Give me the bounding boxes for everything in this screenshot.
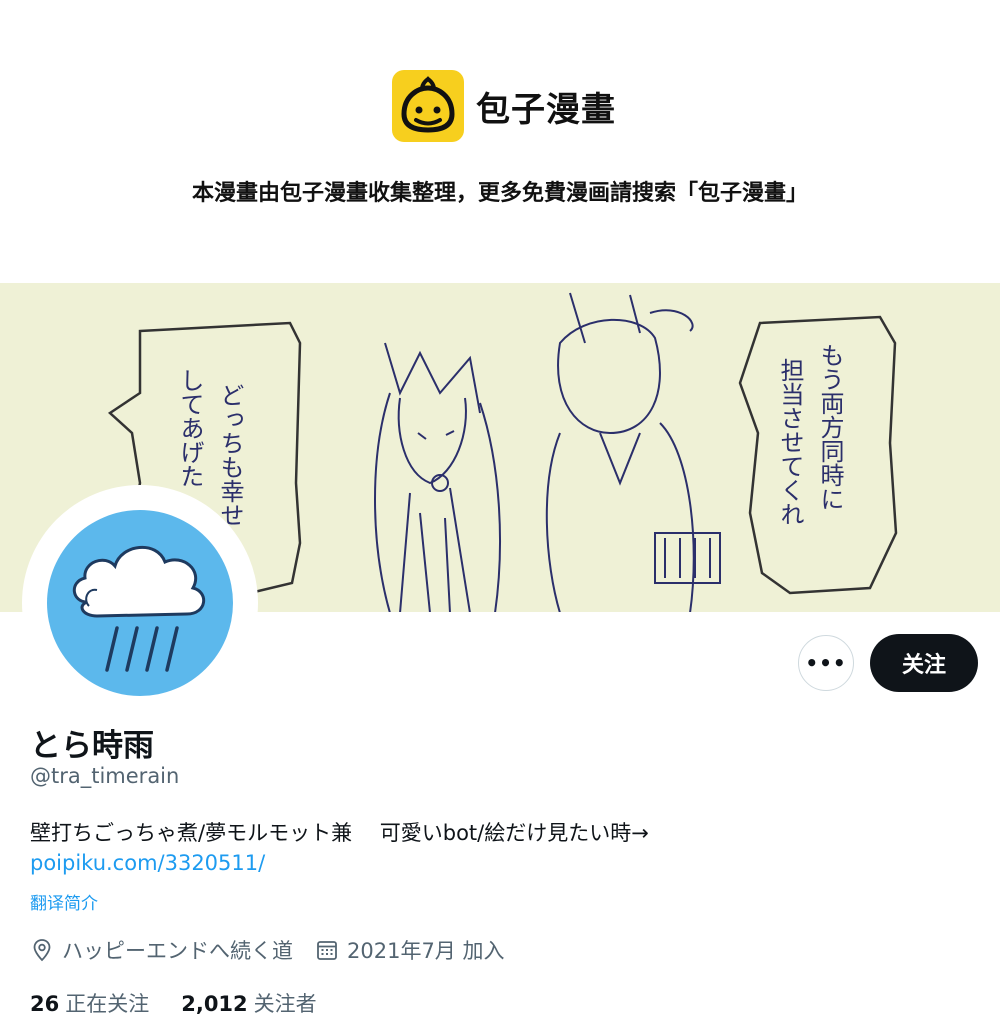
user-handle: @tra_timerain bbox=[30, 764, 180, 788]
bun-logo-icon bbox=[392, 70, 464, 142]
following-count: 26 bbox=[30, 992, 60, 1016]
banner-speech-left-1: どっちも幸せ bbox=[216, 383, 244, 527]
profile-meta: ハッピーエンドへ続く道 2021年7月 加入 bbox=[30, 934, 526, 966]
banner-speech-right-2: 担当させてくれ bbox=[776, 358, 804, 526]
watermark-brand: 包子漫畫 bbox=[476, 89, 616, 130]
location-text: ハッピーエンドへ続く道 bbox=[62, 939, 293, 963]
watermark-logo: 包子漫畫 bbox=[392, 70, 616, 142]
bio-text: 壁打ちごっちゃ煮/夢モルモット兼 可愛いbot/絵だけ見たい時→ bbox=[30, 821, 649, 845]
joined-item: 2021年7月 加入 bbox=[315, 935, 504, 965]
watermark-notice: 本漫畫由包子漫畫收集整理，更多免費漫画請搜索「包子漫畫」 bbox=[191, 181, 808, 206]
location-pin-icon bbox=[33, 939, 51, 962]
bio-link[interactable]: poipiku.com/3320511/ bbox=[30, 851, 265, 875]
more-options-button[interactable]: ••• bbox=[798, 635, 854, 691]
follow-button[interactable]: 关注 bbox=[870, 634, 978, 692]
location-item: ハッピーエンドへ続く道 bbox=[30, 935, 293, 965]
followers-count: 2,012 bbox=[181, 992, 248, 1016]
followers-label: 关注者 bbox=[253, 992, 317, 1016]
joined-text: 2021年7月 加入 bbox=[347, 939, 505, 963]
followers-stat[interactable]: 2,012 关注者 bbox=[181, 988, 316, 1018]
following-label: 正在关注 bbox=[65, 992, 150, 1016]
calendar-icon bbox=[317, 941, 337, 960]
more-icon: ••• bbox=[805, 651, 847, 675]
translate-bio-link[interactable]: 翻译简介 bbox=[30, 889, 98, 914]
following-stat[interactable]: 26 正在关注 bbox=[30, 988, 149, 1018]
rain-cloud-icon bbox=[72, 546, 205, 672]
banner-speech-right-1: もう両方同時に bbox=[816, 343, 844, 511]
banner-speech-left-2: してあげた bbox=[176, 368, 204, 488]
follow-stats: 26 正在关注 2,012 关注者 bbox=[30, 988, 349, 1018]
avatar[interactable] bbox=[47, 510, 233, 696]
display-name: とら時雨 bbox=[30, 728, 154, 764]
